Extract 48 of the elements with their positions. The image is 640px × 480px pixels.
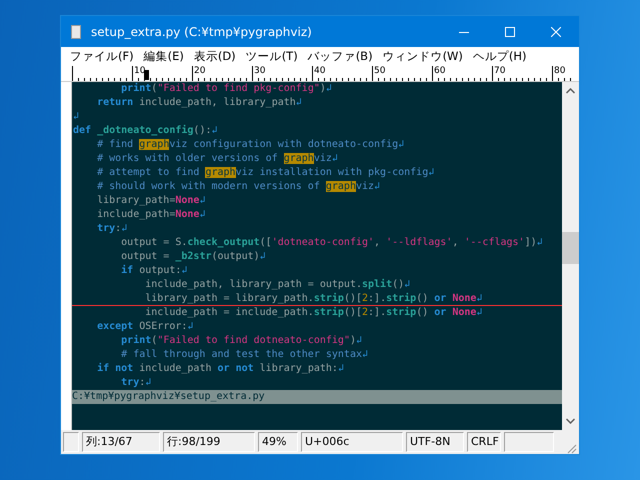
menu-item[interactable]: ツール(T) xyxy=(240,49,303,64)
code-line: output = S.check_output(['dotneato-config', '--ldflags', '--cflags'])↲ xyxy=(120,236,544,250)
window-title: setup_extra.py (C:¥tmp¥pygraphviz) xyxy=(91,24,313,38)
code-line: library_path = library_path.strip()[2:].strip() or None↲ xyxy=(72,292,562,306)
menu-item[interactable]: 表示(D) xyxy=(188,49,241,64)
code-line: except OSError:↲ xyxy=(96,320,194,334)
menu-item[interactable]: ウィンドウ(W) xyxy=(378,49,468,64)
status-cell: 行:98/199 xyxy=(163,432,255,452)
code-line: print("Failed to find pkg-config")↲ xyxy=(120,82,333,96)
code-editor[interactable] xyxy=(72,82,562,430)
menu-item[interactable]: 編集(E) xyxy=(138,49,189,64)
code-line: if output:↲ xyxy=(120,264,188,278)
status-cell: U+006c xyxy=(301,432,403,452)
ruler-label: 80 xyxy=(552,66,572,81)
resize-grip-icon[interactable] xyxy=(565,442,577,454)
menu-item[interactable]: ファイル(F) xyxy=(65,49,139,64)
code-line: # fall through and test the other syntax↲ xyxy=(120,348,370,362)
code-line: print("Failed to find dotneato-config")↲ xyxy=(120,334,364,348)
status-cell: 列:13/67 xyxy=(82,432,160,452)
code-line: library_path=None↲ xyxy=(96,194,206,208)
document-icon xyxy=(71,24,81,38)
scroll-down-icon[interactable] xyxy=(566,418,575,424)
status-cell: UTF-8N xyxy=(406,432,464,452)
code-line: # should work with modern versions of graphviz↲ xyxy=(96,180,382,194)
code-line: try:↲ xyxy=(120,376,152,390)
code-line: output = _b2str(output)↲ xyxy=(120,250,267,264)
code-line: include_path = include_path.strip()[2:].strip() or None↲ xyxy=(144,306,484,320)
status-cell: 49% xyxy=(258,432,298,452)
code-line: # find graphviz configuration with dotneato-config↲ xyxy=(96,138,406,152)
status-cell xyxy=(504,432,554,452)
code-line: try:↲ xyxy=(96,222,128,236)
scroll-thumb[interactable] xyxy=(562,232,579,264)
close-icon xyxy=(551,26,561,36)
code-line: def _dotneato_config():↲ xyxy=(72,124,219,138)
status-cell: CRLF xyxy=(467,432,501,452)
menu-item[interactable]: バッファ(B) xyxy=(302,49,378,64)
maximize-icon xyxy=(505,26,515,36)
code-line: return include_path, library_path↲ xyxy=(96,96,303,110)
code-line: ↲ xyxy=(72,110,80,124)
code-line: # works with older versions of graphviz↲ xyxy=(96,152,339,166)
code-line: include_path=None↲ xyxy=(96,208,206,222)
code-line: if not include_path or not library_path:↲ xyxy=(96,362,345,376)
menu-item[interactable]: ヘルプ(H) xyxy=(468,49,532,64)
code-line: include_path, library_path = output.split()↲ xyxy=(144,278,412,292)
status-cell xyxy=(63,432,79,452)
file-path-bar: C:¥tmp¥pygraphviz¥setup_extra.py xyxy=(72,390,562,404)
scroll-up-icon[interactable] xyxy=(566,88,575,94)
code-line: # attempt to find graphviz installation with pkg-config↲ xyxy=(96,166,436,180)
